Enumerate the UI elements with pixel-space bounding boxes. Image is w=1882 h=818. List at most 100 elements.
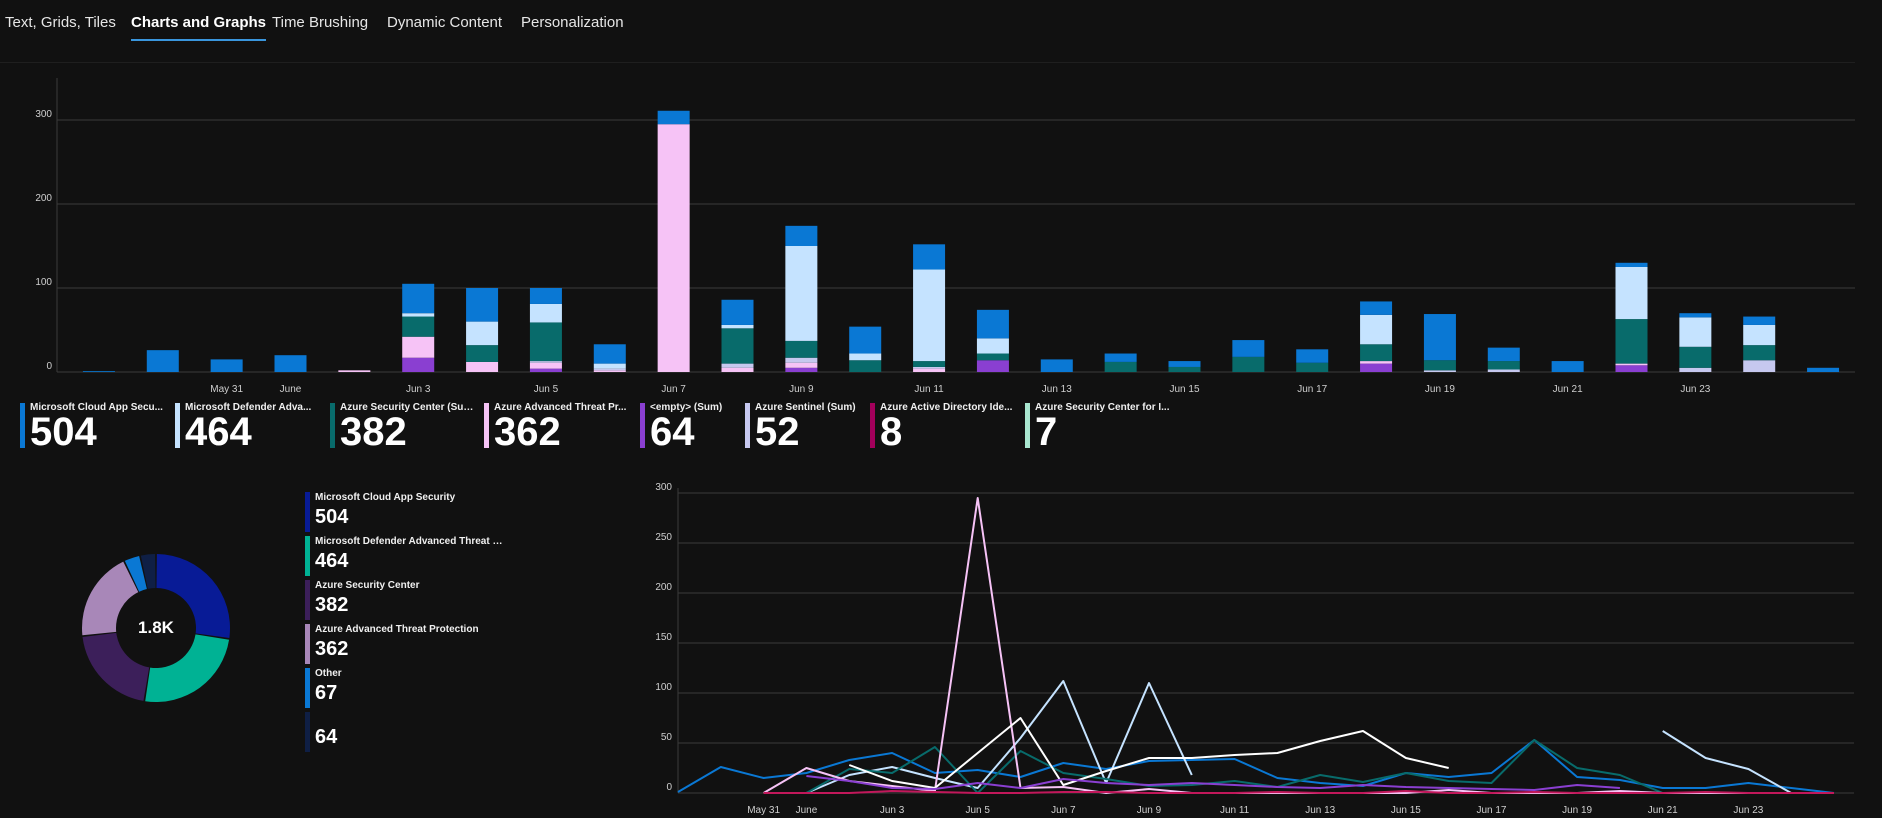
tile-color-swatch	[745, 403, 750, 448]
donut-legend-item[interactable]: Azure Security Center 382	[305, 578, 525, 620]
bar-segment	[466, 321, 499, 346]
bar-segment	[1743, 316, 1776, 325]
bar-segment	[913, 269, 946, 362]
donut-legend-item[interactable]: Other 67	[305, 666, 525, 708]
bar-segment	[657, 124, 690, 372]
bar-segment	[657, 110, 690, 125]
bar-segment	[402, 313, 435, 317]
bar-segment	[913, 361, 946, 367]
tile-color-swatch	[640, 403, 645, 448]
x-tick-label: Jun 23	[1733, 805, 1763, 816]
bar-segment	[785, 246, 818, 341]
legend-value: 362	[315, 638, 349, 660]
legend-label: Other	[315, 668, 342, 679]
bar-segment	[1615, 319, 1648, 364]
donut-legend-item[interactable]: Azure Advanced Threat Protection 362	[305, 622, 525, 664]
bar-segment	[849, 360, 882, 372]
series-line	[763, 790, 1834, 794]
bar-segment	[529, 368, 562, 372]
bar-segment	[1487, 369, 1520, 372]
x-tick-label: Jun 13	[1042, 384, 1072, 395]
legend-value: 504	[315, 506, 349, 528]
donut-legend-item[interactable]: 64	[305, 710, 525, 752]
bar-segment	[785, 362, 818, 368]
bar-segment	[1423, 370, 1456, 372]
bar-segment	[1615, 267, 1648, 320]
tab-personalization[interactable]: Personalization	[521, 14, 624, 41]
legend-color-swatch	[305, 624, 310, 664]
x-tick-label: Jun 7	[661, 384, 686, 395]
series-line	[806, 680, 1834, 794]
x-tick-label: Jun 15	[1169, 384, 1199, 395]
bar-segment	[1743, 345, 1776, 361]
bar-segment	[1679, 367, 1712, 372]
tile-color-swatch	[330, 403, 335, 448]
legend-value: 64	[315, 726, 338, 748]
y-tick-label: 200	[35, 193, 52, 204]
bar-segment	[1487, 347, 1520, 362]
tab-time-brushing[interactable]: Time Brushing	[272, 14, 368, 41]
x-tick-label: June	[280, 384, 302, 395]
bar-segment	[785, 225, 818, 246]
bar-segment	[1040, 359, 1073, 372]
tile-defender-atp[interactable]: Microsoft Defender Adva... 464	[175, 400, 325, 454]
x-tick-label: Jun 5	[534, 384, 559, 395]
tile-azure-security-center[interactable]: Azure Security Center (Sum) 382	[330, 400, 480, 454]
y-tick-label: 0	[46, 361, 52, 372]
bar-segment	[1679, 317, 1712, 347]
bar-segment	[1679, 313, 1712, 318]
tab-dynamic-content[interactable]: Dynamic Content	[387, 14, 502, 41]
x-tick-label: Jun 11	[1220, 805, 1250, 816]
x-tick-label: Jun 9	[789, 384, 814, 395]
bar-segment	[529, 362, 562, 369]
x-tick-label: Jun 19	[1562, 805, 1592, 816]
y-tick-label: 100	[35, 277, 52, 288]
legend-value: 464	[315, 550, 349, 572]
bar-segment	[593, 363, 626, 369]
bar-segment	[466, 361, 499, 372]
bar-segment	[1168, 361, 1201, 367]
bar-segment	[849, 326, 882, 354]
bar-segment	[721, 299, 754, 325]
tile-cloud-app-security[interactable]: Microsoft Cloud App Secu... 504	[20, 400, 170, 452]
tile-value: 362	[494, 410, 561, 454]
bar-segment	[1743, 360, 1776, 372]
bar-segment	[1615, 365, 1648, 372]
bar-segment	[785, 357, 818, 363]
tile-asc-iot[interactable]: Azure Security Center for I... 7	[1025, 400, 1175, 452]
x-tick-label: Jun 5	[965, 805, 990, 816]
x-tick-label: Jun 17	[1297, 384, 1327, 395]
bar-segment	[402, 283, 435, 314]
bar-segment	[785, 340, 818, 358]
series-line	[849, 718, 1834, 793]
donut-legend-item[interactable]: Microsoft Defender Advanced Threat Prote…	[305, 534, 525, 576]
bar-segment	[1232, 340, 1265, 357]
tile-value: 464	[185, 410, 252, 454]
bar-segment	[1551, 361, 1584, 372]
bar-segment	[529, 361, 562, 363]
series-line	[806, 775, 1620, 791]
bar-segment	[1104, 361, 1137, 372]
bar-segment	[466, 288, 499, 322]
x-tick-label: Jun 3	[406, 384, 431, 395]
tile-azure-atp[interactable]: Azure Advanced Threat Pr... 362	[484, 400, 634, 454]
bar-segment	[1615, 363, 1648, 366]
bar-segment	[785, 367, 818, 372]
tile-aad-identity-protection[interactable]: Azure Active Directory Ide... 8	[870, 400, 1020, 452]
bar-segment	[210, 359, 243, 372]
legend-label: Microsoft Cloud App Security	[315, 492, 456, 503]
bar-segment	[593, 344, 626, 364]
donut-legend-item[interactable]: Microsoft Cloud App Security 504	[305, 490, 525, 532]
tile-value: 382	[340, 410, 407, 454]
tab-text-grids-tiles[interactable]: Text, Grids, Tiles	[5, 14, 116, 41]
tab-charts-and-graphs[interactable]: Charts and Graphs	[131, 14, 267, 41]
bar-segment	[146, 350, 179, 372]
y-tick-label: 250	[655, 532, 672, 543]
bar-segment	[529, 322, 562, 362]
tile-value: 52	[755, 410, 800, 454]
bar-segment	[1743, 324, 1776, 346]
bar-segment	[976, 360, 1009, 372]
legend-color-swatch	[305, 668, 310, 708]
x-tick-label: Jun 13	[1305, 805, 1335, 816]
x-tick-label: Jun 19	[1425, 384, 1455, 395]
